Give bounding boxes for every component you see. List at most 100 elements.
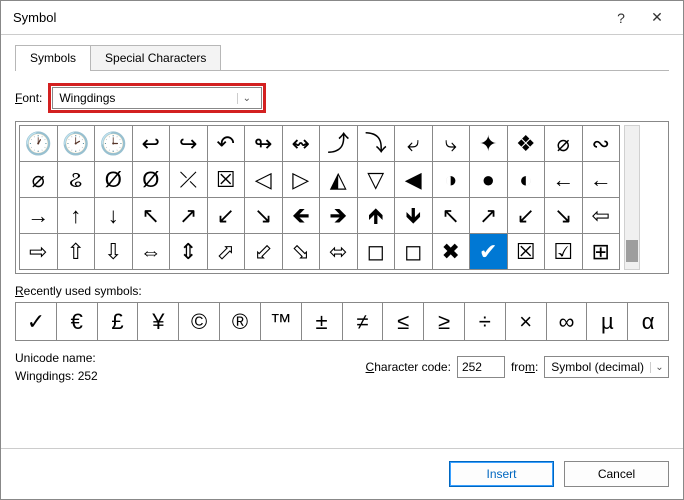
recent-symbol-cell[interactable]: ≥ <box>424 303 465 341</box>
symbol-cell[interactable]: 🕒 <box>95 126 133 162</box>
symbol-cell[interactable]: 🡻 <box>395 198 433 234</box>
symbol-cell[interactable]: ⤶ <box>395 126 433 162</box>
from-select-value: Symbol (decimal) <box>545 360 650 374</box>
symbol-cell[interactable]: ⌀ <box>20 162 58 198</box>
symbol-cell[interactable]: ← <box>545 162 583 198</box>
symbol-cell[interactable]: ❖ <box>507 126 545 162</box>
symbol-cell[interactable]: ⤵ <box>357 126 395 162</box>
recent-symbol-cell[interactable]: ∞ <box>546 303 587 341</box>
symbol-cell[interactable]: ↪ <box>170 126 208 162</box>
symbol-cell[interactable]: → <box>20 198 58 234</box>
symbol-cell[interactable]: ◭ <box>320 162 358 198</box>
tabs: Symbols Special Characters <box>15 43 669 71</box>
recent-symbol-cell[interactable]: µ <box>587 303 628 341</box>
symbol-cell[interactable]: ↖ <box>432 198 470 234</box>
character-code-value: 252 <box>462 360 482 374</box>
symbol-cell[interactable]: ↭ <box>282 126 320 162</box>
font-select-highlight: Wingdings ⌄ <box>48 83 266 113</box>
recent-symbol-cell[interactable]: ≠ <box>342 303 383 341</box>
character-code-input[interactable]: 252 <box>457 356 505 378</box>
recent-symbol-cell[interactable]: × <box>505 303 546 341</box>
symbol-cell[interactable]: ↬ <box>245 126 283 162</box>
recent-symbol-cell[interactable]: ✓ <box>16 303 57 341</box>
grid-scrollbar[interactable] <box>624 125 640 270</box>
symbol-cell[interactable]: ⤴ <box>320 126 358 162</box>
recent-symbol-cell[interactable]: ™ <box>260 303 301 341</box>
symbol-cell[interactable]: 🡹 <box>357 198 395 234</box>
font-select[interactable]: Wingdings ⌄ <box>52 87 262 109</box>
symbol-cell[interactable]: ◻ <box>357 234 395 270</box>
symbol-cell[interactable]: Ø <box>95 162 133 198</box>
recent-symbol-cell[interactable]: ® <box>220 303 261 341</box>
symbol-cell[interactable]: ↗ <box>170 198 208 234</box>
symbol-cell[interactable]: ● <box>470 162 508 198</box>
symbol-cell[interactable]: ⇧ <box>57 234 95 270</box>
symbol-cell[interactable]: Ø <box>132 162 170 198</box>
unicode-name-label: Unicode name: <box>15 351 98 365</box>
symbol-cell[interactable]: ← <box>582 162 620 198</box>
symbol-cell[interactable]: ⤫ <box>170 162 208 198</box>
symbol-cell[interactable]: ◻ <box>395 234 433 270</box>
recent-symbol-cell[interactable]: ÷ <box>464 303 505 341</box>
symbol-cell[interactable]: ⇨ <box>20 234 58 270</box>
recently-used-label: Recently used symbols: <box>15 284 669 298</box>
symbol-cell[interactable]: ⌀ <box>545 126 583 162</box>
recent-symbol-cell[interactable]: £ <box>97 303 138 341</box>
from-select[interactable]: Symbol (decimal) ⌄ <box>544 356 669 378</box>
symbol-cell[interactable]: ☒ <box>207 162 245 198</box>
recent-symbol-cell[interactable]: ≤ <box>383 303 424 341</box>
recent-symbol-cell[interactable]: € <box>56 303 97 341</box>
symbol-cell[interactable]: ↶ <box>207 126 245 162</box>
recent-symbol-cell[interactable]: ± <box>301 303 342 341</box>
symbol-cell[interactable]: 🡸 <box>282 198 320 234</box>
recent-symbol-cell[interactable]: α <box>628 303 669 341</box>
symbol-cell[interactable]: 🡺 <box>320 198 358 234</box>
scrollbar-thumb[interactable] <box>626 240 638 262</box>
tab-special-characters[interactable]: Special Characters <box>90 45 221 71</box>
symbol-cell[interactable]: 🕑 <box>57 126 95 162</box>
symbol-cell[interactable]: ⊞ <box>582 234 620 270</box>
symbol-cell[interactable]: ⇦ <box>582 198 620 234</box>
symbol-cell[interactable]: ↑ <box>57 198 95 234</box>
insert-button[interactable]: Insert <box>449 461 554 487</box>
symbol-cell[interactable]: ⇕ <box>170 234 208 270</box>
symbol-cell[interactable]: ◐ <box>507 162 545 198</box>
symbol-cell[interactable]: ⇔ <box>132 234 170 270</box>
symbol-cell[interactable]: ▽ <box>357 162 395 198</box>
window-title: Symbol <box>13 10 56 25</box>
symbol-cell[interactable]: ↙ <box>207 198 245 234</box>
symbol-cell[interactable]: ☑ <box>545 234 583 270</box>
symbol-cell[interactable]: ↙ <box>507 198 545 234</box>
symbol-cell[interactable]: ↩ <box>132 126 170 162</box>
symbol-cell[interactable]: ∾ <box>582 126 620 162</box>
symbol-cell[interactable]: ▷ <box>282 162 320 198</box>
symbol-cell[interactable]: ✔ <box>470 234 508 270</box>
tab-symbols[interactable]: Symbols <box>15 45 91 71</box>
symbol-cell[interactable]: ↘ <box>545 198 583 234</box>
close-button[interactable]: ✕ <box>639 4 675 32</box>
symbol-cell[interactable]: ↗ <box>470 198 508 234</box>
help-button[interactable]: ? <box>603 4 639 32</box>
symbol-cell[interactable]: ◁ <box>245 162 283 198</box>
symbol-cell[interactable]: ⬄ <box>320 234 358 270</box>
symbol-cell[interactable]: ⬀ <box>207 234 245 270</box>
symbol-cell[interactable]: ↓ <box>95 198 133 234</box>
recent-symbol-cell[interactable]: ¥ <box>138 303 179 341</box>
cancel-button[interactable]: Cancel <box>564 461 669 487</box>
symbol-cell[interactable]: ⬃ <box>245 234 283 270</box>
symbol-cell[interactable]: ✖ <box>432 234 470 270</box>
symbol-cell[interactable]: ⇩ <box>95 234 133 270</box>
symbol-cell[interactable]: ◑ <box>432 162 470 198</box>
symbol-cell[interactable]: ↖ <box>132 198 170 234</box>
symbol-cell[interactable]: ↘ <box>245 198 283 234</box>
recent-symbol-cell[interactable]: © <box>179 303 220 341</box>
symbol-cell[interactable]: ⤷ <box>432 126 470 162</box>
symbol-cell[interactable]: ✦ <box>470 126 508 162</box>
symbol-cell[interactable]: ☒ <box>507 234 545 270</box>
symbol-cell[interactable]: ଌ <box>57 162 95 198</box>
recent-symbols-grid: ✓€£¥©®™±≠≤≥÷×∞µα <box>15 302 669 341</box>
symbol-cell[interactable]: ⬂ <box>282 234 320 270</box>
content-area: Symbols Special Characters Font: Wingdin… <box>1 35 683 448</box>
symbol-cell[interactable]: 🕐 <box>20 126 58 162</box>
symbol-cell[interactable]: ◀ <box>395 162 433 198</box>
